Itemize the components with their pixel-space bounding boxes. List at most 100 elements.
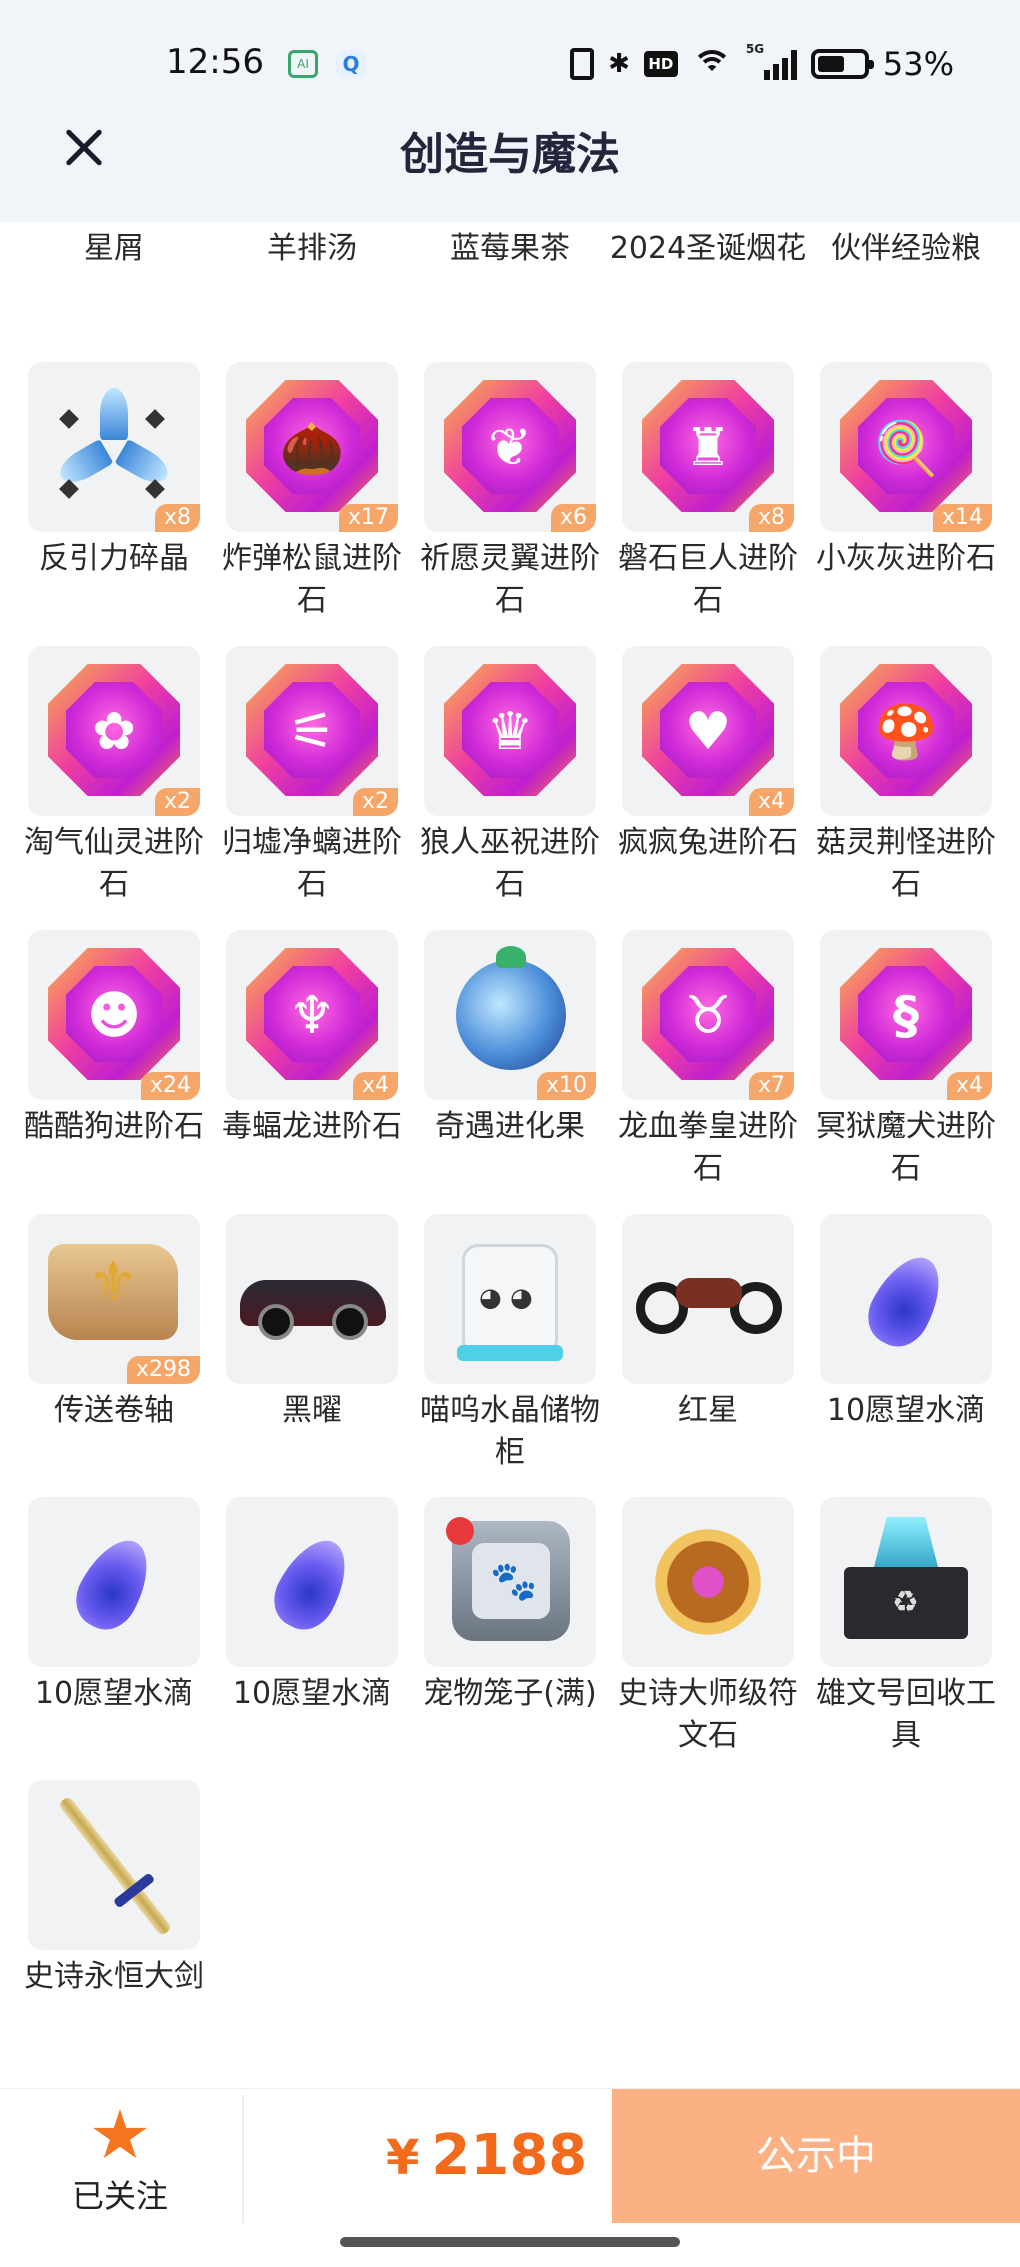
stone-glyph: ♥ (684, 702, 732, 762)
evolution-stone-icon[interactable]: ♥ x4 (622, 646, 794, 816)
item-name: 疯疯兔进阶石 (618, 825, 798, 860)
item-name: 龙血拳皇进阶石 (618, 1109, 798, 1186)
item-tile[interactable]: x298 传送卷轴 (28, 1214, 200, 1432)
public-notice-button[interactable]: 公示中 (612, 2089, 1020, 2223)
evolution-stone-icon[interactable]: ⚟ x2 (226, 646, 398, 816)
wifi-icon (691, 48, 732, 80)
home-indicator[interactable] (340, 2237, 680, 2247)
item-tile[interactable]: 红星 (622, 1214, 794, 1432)
item-name: 10愿望水滴 (826, 1393, 986, 1428)
item-tile[interactable]: ⚟ x2 归墟净螭进阶石 (222, 646, 402, 906)
page-title: 创造与魔法 (400, 129, 620, 180)
stone-glyph: ❦ (488, 418, 532, 478)
recycle-tool-icon[interactable] (820, 1497, 992, 1667)
item-tile[interactable]: 雄文号回收工具 (816, 1497, 996, 1757)
item-name: 菇灵荆怪进阶石 (816, 825, 996, 902)
stone-glyph: 🍭 (873, 419, 939, 479)
item-name: 酷酷狗进阶石 (24, 1109, 204, 1144)
stone-glyph: ♛ (486, 702, 534, 762)
rune-stone-icon[interactable] (622, 1497, 794, 1667)
item-name: 黑曜 (282, 1393, 342, 1428)
item-tile[interactable]: 黑曜 (226, 1214, 398, 1432)
item-name: 小灰灰进阶石 (816, 541, 996, 576)
wish-drop-icon[interactable] (28, 1497, 200, 1667)
item-name: 宠物笼子(满) (423, 1676, 597, 1711)
evolution-stone-icon[interactable]: 🌰 x17 (226, 362, 398, 532)
evolution-stone-icon[interactable]: ☻ x24 (28, 930, 200, 1100)
item-tile[interactable]: ☻ x24 酷酷狗进阶石 (24, 930, 204, 1148)
evolution-stone-icon[interactable]: ❦ x6 (424, 362, 596, 532)
quantity-badge: x14 (932, 504, 992, 532)
wish-drop-icon[interactable] (226, 1497, 398, 1667)
item-tile[interactable]: ♛ 狼人巫祝进阶石 (420, 646, 600, 906)
evolution-stone-icon[interactable]: ♆ x4 (226, 930, 398, 1100)
item-tile[interactable]: 史诗永恒大剑 (24, 1780, 204, 1998)
item-name: 星屑 (84, 231, 144, 266)
app-notification-icon: AI (288, 50, 318, 78)
evolution-stone-icon[interactable]: ♉ x7 (622, 930, 794, 1100)
quantity-badge: x24 (140, 1072, 200, 1100)
item-tile[interactable]: ♆ x4 毒蝠龙进阶石 (222, 930, 402, 1148)
item-tile[interactable]: 🍄 菇灵荆怪进阶石 (816, 646, 996, 906)
evolution-stone-icon[interactable]: 🍭 x14 (820, 362, 992, 532)
item-tile[interactable]: 喵呜水晶储物柜 (420, 1214, 600, 1474)
item-tile[interactable]: x10 奇遇进化果 (424, 930, 596, 1148)
evolution-stone-icon[interactable]: § x4 (820, 930, 992, 1100)
item-tile[interactable]: x8 反引力碎晶 (28, 362, 200, 580)
item-tile[interactable]: ♥ x4 疯疯兔进阶石 (618, 646, 798, 864)
item-name: 10愿望水滴 (34, 1676, 194, 1711)
evolution-stone-icon[interactable]: ♛ (424, 646, 596, 816)
item-name: 蓝莓果茶 (450, 231, 570, 266)
car-icon[interactable] (226, 1214, 398, 1384)
signal-icon: 5G (746, 42, 797, 80)
stone-glyph: ♉ (684, 986, 732, 1046)
stone-glyph: 🍄 (873, 703, 939, 763)
epic-sword-icon[interactable] (28, 1780, 200, 1950)
battery-icon (810, 49, 874, 79)
item-tile[interactable]: 10愿望水滴 (28, 1497, 200, 1715)
item-tile[interactable]: ✿ x2 淘气仙灵进阶石 (24, 646, 204, 906)
item-tile[interactable]: 宠物笼子(满) (423, 1497, 597, 1715)
item-tile[interactable]: § x4 冥狱魔犬进阶石 (816, 930, 996, 1190)
item-tile[interactable]: 10愿望水滴 (820, 1214, 992, 1432)
item-name: 奇遇进化果 (435, 1109, 585, 1144)
price-value: 2188 (431, 2123, 588, 2188)
item-name: 归墟净螭进阶石 (222, 825, 402, 902)
item-name: 反引力碎晶 (39, 541, 189, 576)
item-tile[interactable]: ♜ x8 磐石巨人进阶石 (618, 362, 798, 622)
item-name: 10愿望水滴 (232, 1676, 392, 1711)
quantity-badge: x6 (550, 504, 596, 532)
item-name: 雄文号回收工具 (816, 1676, 996, 1753)
bluetooth-icon: ✱ (608, 49, 630, 79)
wish-drop-icon[interactable] (820, 1214, 992, 1384)
item-tile[interactable]: 🍭 x14 小灰灰进阶石 (816, 362, 996, 580)
stone-glyph: ♜ (684, 418, 732, 478)
item-tile[interactable]: 史诗大师级符文石 (618, 1497, 798, 1757)
stone-glyph: ♆ (288, 986, 336, 1046)
evolution-stone-icon[interactable]: 🍄 (820, 646, 992, 816)
item-tile[interactable]: ♉ x7 龙血拳皇进阶石 (618, 930, 798, 1190)
evolution-stone-icon[interactable]: ♜ x8 (622, 362, 794, 532)
follow-button[interactable]: 已关注 (60, 2109, 180, 2217)
evolution-fruit-icon[interactable]: x10 (424, 930, 596, 1100)
item-name: 史诗大师级符文石 (618, 1676, 798, 1753)
quantity-badge: x10 (536, 1072, 596, 1100)
item-tile[interactable]: 10愿望水滴 (226, 1497, 398, 1715)
item-tile[interactable]: ❦ x6 祈愿灵翼进阶石 (420, 362, 600, 622)
quantity-badge: x4 (352, 1072, 398, 1100)
stone-glyph: § (893, 986, 919, 1046)
search-app-icon: Q (336, 50, 366, 78)
anti-gravity-crystal-icon[interactable]: x8 (28, 362, 200, 532)
item-tile[interactable]: 🌰 x17 炸弹松鼠进阶石 (222, 362, 402, 622)
stone-glyph: 🌰 (279, 419, 345, 479)
cat-cabinet-icon[interactable] (424, 1214, 596, 1384)
quantity-badge: x2 (154, 788, 200, 816)
quantity-badge: x7 (748, 1072, 794, 1100)
pet-cage-icon[interactable] (424, 1497, 596, 1667)
teleport-scroll-icon[interactable]: x298 (28, 1214, 200, 1384)
currency-symbol: ¥ (386, 2130, 420, 2186)
divider (242, 2095, 244, 2223)
item-name: 史诗永恒大剑 (24, 1959, 204, 1994)
motorcycle-icon[interactable] (622, 1214, 794, 1384)
evolution-stone-icon[interactable]: ✿ x2 (28, 646, 200, 816)
